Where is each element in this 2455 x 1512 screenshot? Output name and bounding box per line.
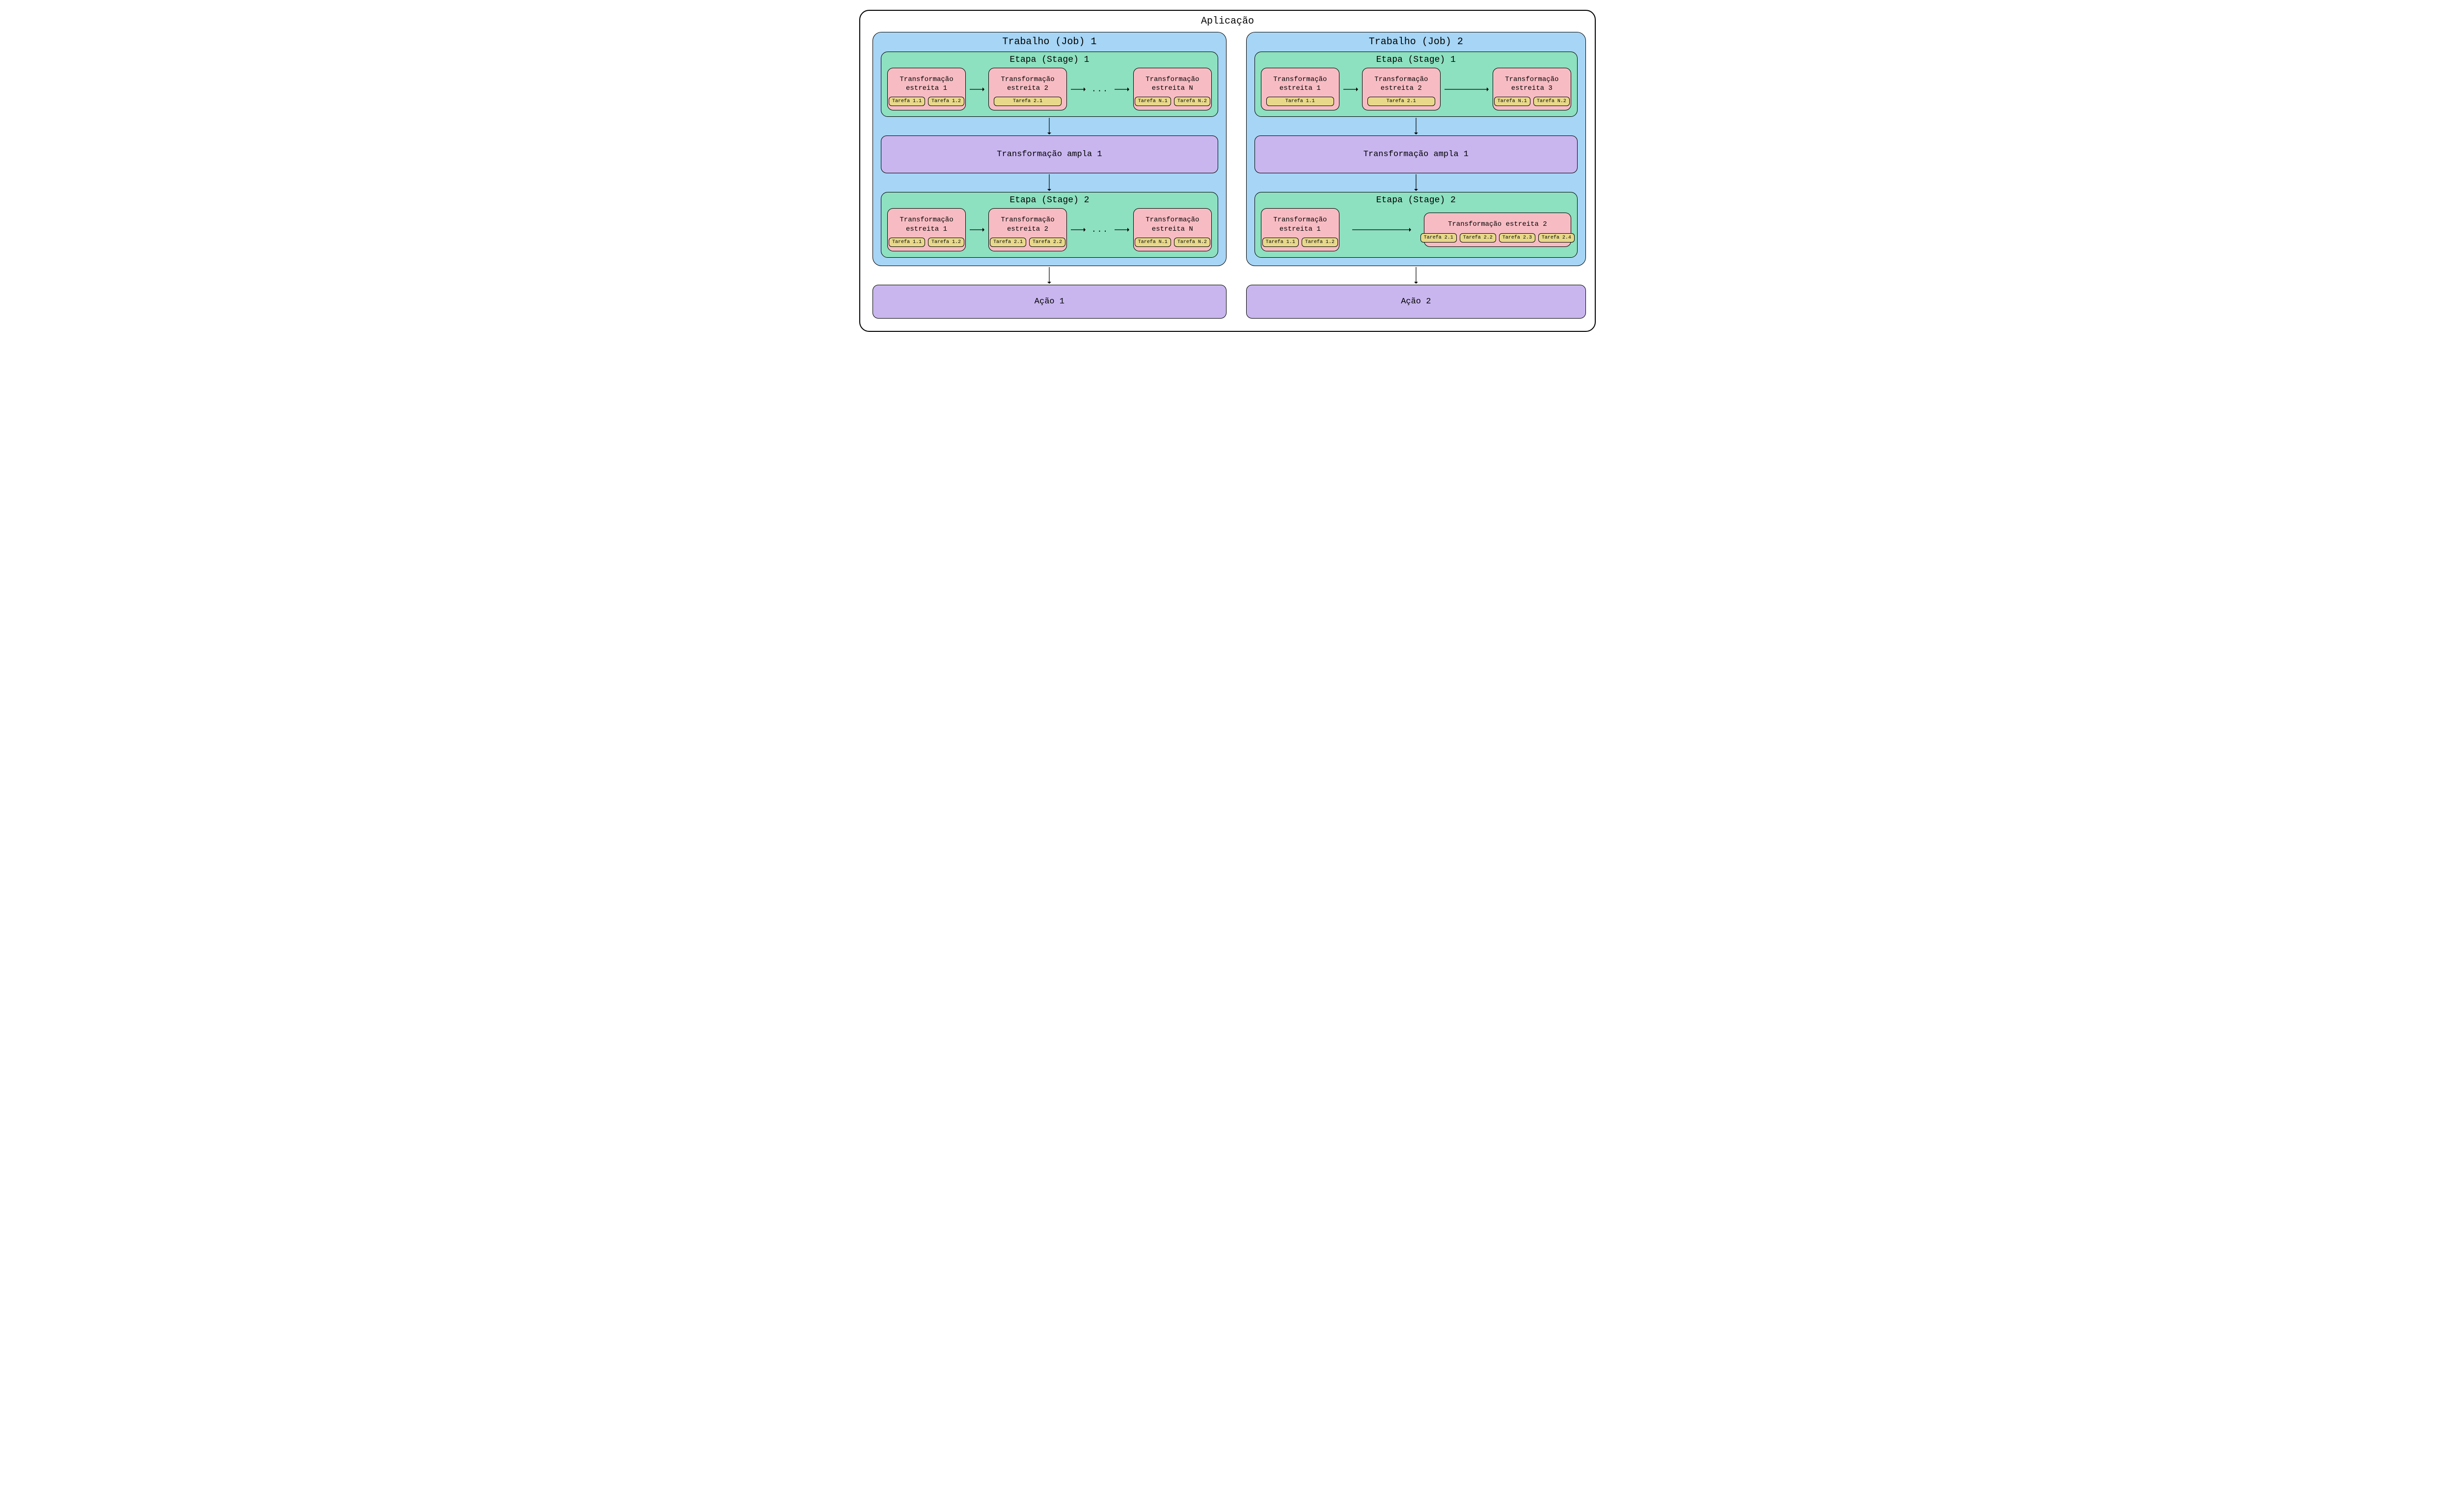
tasks-row: Tarefa 1.1 Tarefa 1.2 — [1266, 238, 1334, 247]
arrow-right-icon — [1114, 227, 1130, 233]
job-1-title: Trabalho (Job) 1 — [881, 36, 1218, 48]
tasks-row: Tarefa 2.1 — [1367, 97, 1435, 106]
task: Tarefa N.1 — [1135, 97, 1171, 106]
stage-title: Etapa (Stage) 1 — [887, 55, 1212, 65]
transform-label: Transformação estreita 2 — [1374, 75, 1428, 93]
job-2-title: Trabalho (Job) 2 — [1255, 36, 1578, 48]
narrow-transform-1: Transformação estreita 1 Tarefa 1.1 Tare… — [887, 68, 966, 110]
job-column-2: Trabalho (Job) 2 Etapa (Stage) 1 Transfo… — [1246, 32, 1586, 319]
arrow-right-icon — [1351, 227, 1412, 233]
task: Tarefa 2.1 — [990, 238, 1026, 247]
arrow-right-icon — [1114, 86, 1130, 92]
task: Tarefa 1.1 — [889, 97, 925, 106]
tasks-row: Tarefa 2.1 — [994, 97, 1062, 106]
stage-title: Etapa (Stage) 2 — [887, 195, 1212, 205]
tasks-row: Tarefa 1.1 — [1266, 97, 1334, 106]
tasks-row: Tarefa N.1 Tarefa N.2 — [1498, 97, 1566, 106]
transforms-row: Transformação estreita 1 Tarefa 1.1 Tare… — [887, 68, 1212, 110]
application-title: Aplicação — [873, 16, 1582, 27]
task: Tarefa 2.1 — [1367, 97, 1435, 106]
arrow-down-icon — [1046, 267, 1052, 284]
tasks-row: Tarefa N.1 Tarefa N.2 — [1139, 97, 1206, 106]
tasks-row: Tarefa 1.1 Tarefa 1.2 — [893, 97, 960, 106]
narrow-transform-1: Transformação estreita 1 Tarefa 1.1 Tare… — [887, 208, 966, 251]
tasks-row: Tarefa 2.1 Tarefa 2.2 Tarefa 2.3 Tarefa … — [1429, 233, 1566, 243]
task: Tarefa 2.4 — [1538, 233, 1575, 243]
tasks-row: Tarefa N.1 Tarefa N.2 — [1139, 238, 1206, 247]
wide-transform-1: Transformação ampla 1 — [881, 135, 1218, 173]
transform-label: Transformação estreita 2 — [1001, 216, 1054, 233]
arrow-right-icon — [969, 86, 985, 92]
task: Tarefa 1.1 — [1266, 97, 1334, 106]
narrow-transform-2: Transformação estreita 2 Tarefa 2.1 Tare… — [1424, 213, 1571, 246]
arrow-down-icon — [1255, 118, 1578, 135]
arrow-down-icon — [881, 118, 1218, 135]
tasks-row: Tarefa 1.1 Tarefa 1.2 — [893, 238, 960, 247]
job-column-1: Trabalho (Job) 1 Etapa (Stage) 1 Transfo… — [873, 32, 1227, 319]
task: Tarefa 2.2 — [1029, 238, 1065, 247]
task: Tarefa N.1 — [1135, 238, 1171, 247]
job-2: Trabalho (Job) 2 Etapa (Stage) 1 Transfo… — [1246, 32, 1586, 266]
arrow-down-icon — [1413, 267, 1419, 284]
job-2-stage-1: Etapa (Stage) 1 Transformação estreita 1… — [1255, 52, 1578, 117]
task: Tarefa N.2 — [1533, 97, 1570, 106]
transform-label: Transformação estreita 2 — [1001, 75, 1054, 93]
narrow-transform-1: Transformação estreita 1 Tarefa 1.1 Tare… — [1261, 208, 1339, 251]
application-container: Aplicação Trabalho (Job) 1 Etapa (Stage)… — [859, 10, 1596, 332]
ellipsis-icon: ... — [1090, 225, 1111, 234]
narrow-transform-n: Transformação estreita N Tarefa N.1 Tare… — [1133, 68, 1212, 110]
action-1: Ação 1 — [873, 285, 1227, 319]
action-2: Ação 2 — [1246, 285, 1586, 319]
narrow-transform-3: Transformação estreita 3 Tarefa N.1 Tare… — [1493, 68, 1571, 110]
transforms-row: Transformação estreita 1 Tarefa 1.1 Tran… — [1261, 68, 1571, 110]
narrow-transform-n: Transformação estreita N Tarefa N.1 Tare… — [1133, 208, 1212, 251]
task: Tarefa 1.1 — [889, 238, 925, 247]
arrow-down-icon — [881, 174, 1218, 191]
arrow-right-icon — [969, 227, 985, 233]
transform-label: Transformação estreita 1 — [1273, 75, 1327, 93]
task: Tarefa 2.1 — [994, 97, 1062, 106]
arrow-right-icon — [1342, 86, 1359, 92]
job-2-stage-2: Etapa (Stage) 2 Transformação estreita 1… — [1255, 192, 1578, 257]
transform-label: Transformação estreita 1 — [900, 216, 953, 233]
narrow-transform-2: Transformação estreita 2 Tarefa 2.1 — [1362, 68, 1441, 110]
narrow-transform-2: Transformação estreita 2 Tarefa 2.1 — [988, 68, 1067, 110]
transforms-row: Transformação estreita 1 Tarefa 1.1 Tare… — [887, 208, 1212, 251]
arrow-right-icon — [1444, 86, 1490, 92]
arrow-down-icon — [1255, 174, 1578, 191]
ellipsis-icon: ... — [1090, 85, 1111, 94]
transform-label: Transformação estreita 2 — [1448, 220, 1547, 229]
task: Tarefa 2.3 — [1499, 233, 1535, 243]
narrow-transform-1: Transformação estreita 1 Tarefa 1.1 — [1261, 68, 1339, 110]
job-1-stage-1: Etapa (Stage) 1 Transformação estreita 1… — [881, 52, 1218, 117]
task: Tarefa 2.1 — [1420, 233, 1457, 243]
task: Tarefa 1.2 — [928, 97, 964, 106]
transform-label: Transformação estreita 3 — [1505, 75, 1558, 93]
transform-label: Transformação estreita N — [1146, 75, 1199, 93]
transforms-row: Transformação estreita 1 Tarefa 1.1 Tare… — [1261, 208, 1571, 251]
arrow-right-icon — [1070, 227, 1087, 233]
transform-label: Transformação estreita 1 — [900, 75, 953, 93]
task: Tarefa 1.2 — [1302, 238, 1338, 247]
stage-title: Etapa (Stage) 2 — [1261, 195, 1571, 205]
stage-title: Etapa (Stage) 1 — [1261, 55, 1571, 65]
job-1-stage-2: Etapa (Stage) 2 Transformação estreita 1… — [881, 192, 1218, 257]
jobs-row: Trabalho (Job) 1 Etapa (Stage) 1 Transfo… — [873, 32, 1582, 319]
wide-transform-1: Transformação ampla 1 — [1255, 135, 1578, 173]
narrow-transform-2: Transformação estreita 2 Tarefa 2.1 Tare… — [988, 208, 1067, 251]
tasks-row: Tarefa 2.1 Tarefa 2.2 — [994, 238, 1062, 247]
task: Tarefa N.2 — [1174, 97, 1210, 106]
transform-label: Transformação estreita 1 — [1273, 216, 1327, 233]
job-1: Trabalho (Job) 1 Etapa (Stage) 1 Transfo… — [873, 32, 1227, 266]
task: Tarefa 2.2 — [1460, 233, 1496, 243]
task: Tarefa 1.2 — [928, 238, 964, 247]
transform-label: Transformação estreita N — [1146, 216, 1199, 233]
arrow-right-icon — [1070, 86, 1087, 92]
task: Tarefa N.1 — [1494, 97, 1530, 106]
task: Tarefa N.2 — [1174, 238, 1210, 247]
task: Tarefa 1.1 — [1262, 238, 1299, 247]
